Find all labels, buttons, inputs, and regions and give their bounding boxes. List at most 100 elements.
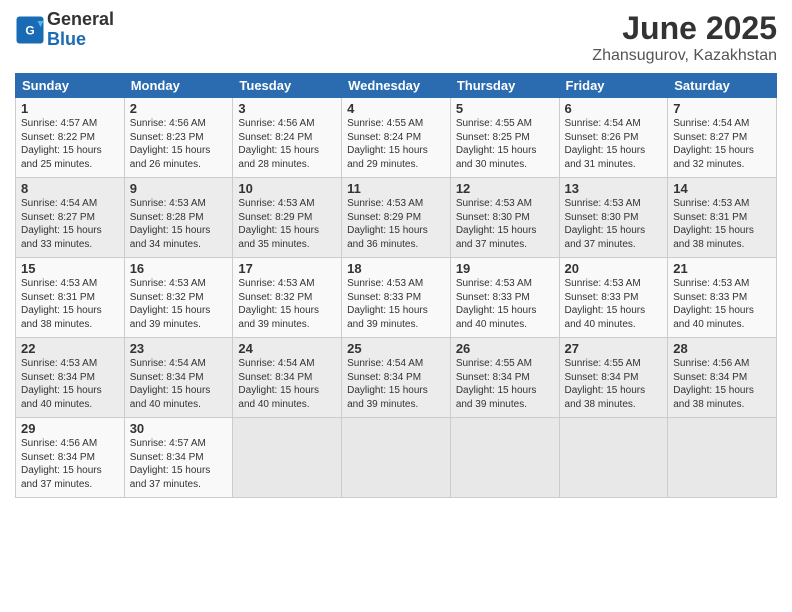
table-row: 6 Sunrise: 4:54 AMSunset: 8:26 PMDayligh… <box>559 98 668 178</box>
day-info: Sunrise: 4:53 AMSunset: 8:33 PMDaylight:… <box>347 278 428 330</box>
table-row: 7 Sunrise: 4:54 AMSunset: 8:27 PMDayligh… <box>668 98 777 178</box>
table-row <box>342 418 451 498</box>
day-number: 3 <box>238 101 336 116</box>
table-row: 15 Sunrise: 4:53 AMSunset: 8:31 PMDaylig… <box>16 258 125 338</box>
day-number: 6 <box>565 101 663 116</box>
page: G General Blue June 2025 Zhansugurov, Ka… <box>0 0 792 612</box>
day-number: 4 <box>347 101 445 116</box>
calendar-week-row: 29 Sunrise: 4:56 AMSunset: 8:34 PMDaylig… <box>16 418 777 498</box>
day-number: 28 <box>673 341 771 356</box>
table-row: 1 Sunrise: 4:57 AMSunset: 8:22 PMDayligh… <box>16 98 125 178</box>
table-row: 9 Sunrise: 4:53 AMSunset: 8:28 PMDayligh… <box>124 178 233 258</box>
table-row: 25 Sunrise: 4:54 AMSunset: 8:34 PMDaylig… <box>342 338 451 418</box>
table-row <box>450 418 559 498</box>
col-saturday: Saturday <box>668 74 777 98</box>
table-row: 16 Sunrise: 4:53 AMSunset: 8:32 PMDaylig… <box>124 258 233 338</box>
table-row <box>668 418 777 498</box>
table-row: 14 Sunrise: 4:53 AMSunset: 8:31 PMDaylig… <box>668 178 777 258</box>
day-info: Sunrise: 4:53 AMSunset: 8:29 PMDaylight:… <box>347 198 428 250</box>
day-number: 19 <box>456 261 554 276</box>
day-info: Sunrise: 4:54 AMSunset: 8:34 PMDaylight:… <box>130 358 211 410</box>
day-number: 25 <box>347 341 445 356</box>
day-info: Sunrise: 4:54 AMSunset: 8:34 PMDaylight:… <box>238 358 319 410</box>
col-friday: Friday <box>559 74 668 98</box>
day-number: 15 <box>21 261 119 276</box>
day-number: 16 <box>130 261 228 276</box>
day-info: Sunrise: 4:53 AMSunset: 8:30 PMDaylight:… <box>456 198 537 250</box>
table-row: 30 Sunrise: 4:57 AMSunset: 8:34 PMDaylig… <box>124 418 233 498</box>
calendar-header-row: Sunday Monday Tuesday Wednesday Thursday… <box>16 74 777 98</box>
calendar-week-row: 8 Sunrise: 4:54 AMSunset: 8:27 PMDayligh… <box>16 178 777 258</box>
day-number: 27 <box>565 341 663 356</box>
calendar-table: Sunday Monday Tuesday Wednesday Thursday… <box>15 73 777 498</box>
day-info: Sunrise: 4:57 AMSunset: 8:34 PMDaylight:… <box>130 438 211 490</box>
table-row <box>559 418 668 498</box>
day-info: Sunrise: 4:53 AMSunset: 8:33 PMDaylight:… <box>673 278 754 330</box>
day-info: Sunrise: 4:54 AMSunset: 8:27 PMDaylight:… <box>673 118 754 170</box>
day-info: Sunrise: 4:53 AMSunset: 8:34 PMDaylight:… <box>21 358 102 410</box>
day-info: Sunrise: 4:56 AMSunset: 8:34 PMDaylight:… <box>673 358 754 410</box>
day-number: 21 <box>673 261 771 276</box>
table-row: 18 Sunrise: 4:53 AMSunset: 8:33 PMDaylig… <box>342 258 451 338</box>
table-row: 28 Sunrise: 4:56 AMSunset: 8:34 PMDaylig… <box>668 338 777 418</box>
day-info: Sunrise: 4:53 AMSunset: 8:33 PMDaylight:… <box>456 278 537 330</box>
day-number: 5 <box>456 101 554 116</box>
table-row: 11 Sunrise: 4:53 AMSunset: 8:29 PMDaylig… <box>342 178 451 258</box>
day-info: Sunrise: 4:53 AMSunset: 8:33 PMDaylight:… <box>565 278 646 330</box>
day-number: 17 <box>238 261 336 276</box>
svg-text:G: G <box>25 23 34 37</box>
day-info: Sunrise: 4:55 AMSunset: 8:34 PMDaylight:… <box>565 358 646 410</box>
calendar-week-row: 22 Sunrise: 4:53 AMSunset: 8:34 PMDaylig… <box>16 338 777 418</box>
day-info: Sunrise: 4:53 AMSunset: 8:32 PMDaylight:… <box>130 278 211 330</box>
day-info: Sunrise: 4:53 AMSunset: 8:30 PMDaylight:… <box>565 198 646 250</box>
main-title: June 2025 <box>592 10 777 47</box>
col-sunday: Sunday <box>16 74 125 98</box>
calendar-week-row: 15 Sunrise: 4:53 AMSunset: 8:31 PMDaylig… <box>16 258 777 338</box>
day-info: Sunrise: 4:53 AMSunset: 8:31 PMDaylight:… <box>673 198 754 250</box>
day-number: 22 <box>21 341 119 356</box>
logo-blue: Blue <box>47 29 86 49</box>
day-number: 8 <box>21 181 119 196</box>
table-row: 23 Sunrise: 4:54 AMSunset: 8:34 PMDaylig… <box>124 338 233 418</box>
day-info: Sunrise: 4:56 AMSunset: 8:23 PMDaylight:… <box>130 118 211 170</box>
table-row: 3 Sunrise: 4:56 AMSunset: 8:24 PMDayligh… <box>233 98 342 178</box>
col-tuesday: Tuesday <box>233 74 342 98</box>
day-number: 12 <box>456 181 554 196</box>
table-row: 27 Sunrise: 4:55 AMSunset: 8:34 PMDaylig… <box>559 338 668 418</box>
logo-general: General <box>47 9 114 29</box>
table-row: 12 Sunrise: 4:53 AMSunset: 8:30 PMDaylig… <box>450 178 559 258</box>
day-info: Sunrise: 4:57 AMSunset: 8:22 PMDaylight:… <box>21 118 102 170</box>
day-info: Sunrise: 4:55 AMSunset: 8:34 PMDaylight:… <box>456 358 537 410</box>
day-number: 9 <box>130 181 228 196</box>
logo-icon: G <box>15 15 45 45</box>
logo: G General Blue <box>15 10 114 50</box>
table-row: 10 Sunrise: 4:53 AMSunset: 8:29 PMDaylig… <box>233 178 342 258</box>
day-number: 29 <box>21 421 119 436</box>
day-number: 20 <box>565 261 663 276</box>
day-number: 24 <box>238 341 336 356</box>
logo-text: General Blue <box>47 10 114 50</box>
day-info: Sunrise: 4:54 AMSunset: 8:34 PMDaylight:… <box>347 358 428 410</box>
day-number: 26 <box>456 341 554 356</box>
day-number: 11 <box>347 181 445 196</box>
table-row: 26 Sunrise: 4:55 AMSunset: 8:34 PMDaylig… <box>450 338 559 418</box>
col-monday: Monday <box>124 74 233 98</box>
subtitle: Zhansugurov, Kazakhstan <box>592 47 777 65</box>
day-info: Sunrise: 4:54 AMSunset: 8:26 PMDaylight:… <box>565 118 646 170</box>
day-number: 7 <box>673 101 771 116</box>
col-thursday: Thursday <box>450 74 559 98</box>
table-row: 29 Sunrise: 4:56 AMSunset: 8:34 PMDaylig… <box>16 418 125 498</box>
table-row: 5 Sunrise: 4:55 AMSunset: 8:25 PMDayligh… <box>450 98 559 178</box>
day-info: Sunrise: 4:53 AMSunset: 8:28 PMDaylight:… <box>130 198 211 250</box>
calendar-week-row: 1 Sunrise: 4:57 AMSunset: 8:22 PMDayligh… <box>16 98 777 178</box>
table-row: 19 Sunrise: 4:53 AMSunset: 8:33 PMDaylig… <box>450 258 559 338</box>
table-row: 2 Sunrise: 4:56 AMSunset: 8:23 PMDayligh… <box>124 98 233 178</box>
day-number: 23 <box>130 341 228 356</box>
table-row: 24 Sunrise: 4:54 AMSunset: 8:34 PMDaylig… <box>233 338 342 418</box>
day-info: Sunrise: 4:56 AMSunset: 8:34 PMDaylight:… <box>21 438 102 490</box>
table-row: 13 Sunrise: 4:53 AMSunset: 8:30 PMDaylig… <box>559 178 668 258</box>
day-info: Sunrise: 4:53 AMSunset: 8:32 PMDaylight:… <box>238 278 319 330</box>
day-number: 13 <box>565 181 663 196</box>
day-info: Sunrise: 4:55 AMSunset: 8:25 PMDaylight:… <box>456 118 537 170</box>
title-block: June 2025 Zhansugurov, Kazakhstan <box>592 10 777 65</box>
